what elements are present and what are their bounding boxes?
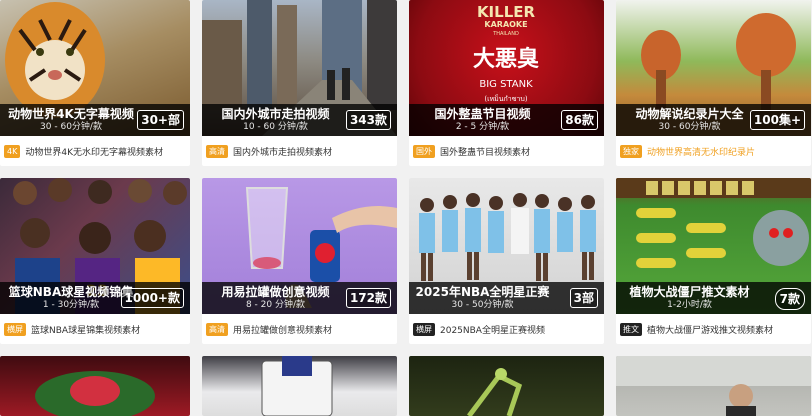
card-duration: 8 - 20 分钟/款 [245,300,306,310]
thumbnail-red-flower [0,356,190,416]
card-title: 植物大战僵尸推文素材 [629,285,750,299]
card-count-badge: 1000+款 [120,288,184,308]
card-description: 国外整蛊节目视频素材 [440,147,531,158]
thumbnail-mantis [409,356,604,416]
card-description: 植物大战僵尸游戏推文视频素材 [647,325,774,336]
card-duration: 30 - 60分钟/款 [658,122,721,132]
card-meta: 横屏 2025NBA全明星正赛视频 [409,314,604,344]
video-card-can-craft[interactable]: 用易拉罐做创意视频 8 - 20 分钟/款 172款 高清 用易拉罐做创意视频素… [202,178,397,344]
video-card-nba-allstar[interactable]: 2025年NBA全明星正赛 30 - 50分钟/款 3部 横屏 2025NBA全… [409,178,604,344]
card-count-badge: 86款 [561,110,598,130]
thumbnail-killer-karaoke: KILLER KARAOKE THAILAND 大悪臭 BIG STANK (เ… [409,0,604,136]
thumbnail-caption: 国外整蛊节目视频 2 - 5 分钟/款 86款 [409,104,604,136]
thumbnail-allstar-team: 2025年NBA全明星正赛 30 - 50分钟/款 3部 [409,178,604,314]
card-tag: 独家 [620,144,642,158]
thumbnail-pvz: 植物大战僵尸推文素材 1-2小时/款 7款 [616,178,811,314]
card-duration: 2 - 5 分钟/款 [455,122,510,132]
card-meta: 横屏 篮球NBA球星锦集视频素材 [0,314,190,344]
card-description: 2025NBA全明星正赛视频 [440,325,545,336]
thumbnail-can-craft: 用易拉罐做创意视频 8 - 20 分钟/款 172款 [202,178,397,314]
card-title: 动物解说纪录片大全 [635,107,744,121]
card-count-badge: 3部 [569,288,598,308]
card-tag: 横屏 [413,322,435,336]
card-duration: 10 - 60 分钟/款 [243,122,308,132]
card-duration: 1-2小时/款 [667,300,712,310]
thumbnail-outdoor [616,356,811,416]
thumbnail-lizard: 动物解说纪录片大全 30 - 60分钟/款 100集+ [616,0,811,136]
video-card-animal-documentary[interactable]: 动物解说纪录片大全 30 - 60分钟/款 100集+ 独家 动物世界高清无水印… [616,0,811,166]
thumbnail-caption: 篮球NBA球星视频锦集 1 - 30分钟/款 1000+款 [0,282,190,314]
video-grid-row-3 [0,356,812,416]
card-count-badge: 100集+ [749,110,805,130]
card-tag: 推文 [620,322,642,336]
thumbnail-caption: 2025年NBA全明星正赛 30 - 50分钟/款 3部 [409,282,604,314]
card-title: 动物世界4K无字幕视频 [8,107,134,121]
card-meta: 4K 动物世界4K无水印无字幕视频素材 [0,136,190,166]
video-grid: 动物世界4K无字幕视频 30 - 60分钟/款 30+部 4K 动物世界4K无水… [0,0,812,344]
card-count-badge: 343款 [345,110,391,130]
card-tag: 高清 [206,322,228,336]
video-card-animal-world-4k[interactable]: 动物世界4K无字幕视频 30 - 60分钟/款 30+部 4K 动物世界4K无水… [0,0,190,166]
card-duration: 30 - 50分钟/款 [451,300,514,310]
card-description: 国内外城市走拍视频素材 [233,147,333,158]
card-count-badge: 30+部 [137,110,184,130]
svg-text:BIG STANK: BIG STANK [479,79,533,90]
thumbnail-caption: 国内外城市走拍视频 10 - 60 分钟/款 343款 [202,104,397,136]
video-card-city-walk[interactable]: 国内外城市走拍视频 10 - 60 分钟/款 343款 高清 国内外城市走拍视频… [202,0,397,166]
card-title: 用易拉罐做创意视频 [221,285,330,299]
svg-text:(เหม็นกำซาบ): (เหม็นกำซาบ) [484,94,527,103]
card-tag: 4K [4,144,21,158]
card-description: 动物世界高清无水印纪录片 [647,147,756,158]
thumbnail-tiger: 动物世界4K无字幕视频 30 - 60分钟/款 30+部 [0,0,190,136]
video-card-plants-vs-zombies[interactable]: 植物大战僵尸推文素材 1-2小时/款 7款 推文 植物大战僵尸游戏推文视频素材 [616,178,811,344]
video-card-prank-show[interactable]: KILLER KARAOKE THAILAND 大悪臭 BIG STANK (เ… [409,0,604,166]
thumbnail-city: 国内外城市走拍视频 10 - 60 分钟/款 343款 [202,0,397,136]
video-card-nba-stars[interactable]: 23 篮球NBA球星视频锦集 1 - 30分钟/款 1000+款 横屏 篮球NB… [0,178,190,344]
card-description: 动物世界4K无水印无字幕视频素材 [25,147,163,158]
card-title: 国内外城市走拍视频 [221,107,330,121]
card-tag: 国外 [413,144,435,158]
card-meta: 独家 动物世界高清无水印纪录片 [616,136,811,166]
svg-text:THAILAND: THAILAND [492,31,519,37]
card-tag: 高清 [206,144,228,158]
card-count-badge: 172款 [345,288,391,308]
card-description: 篮球NBA球星锦集视频素材 [31,325,141,336]
video-card-partial-1[interactable] [0,356,190,416]
card-meta: 推文 植物大战僵尸游戏推文视频素材 [616,314,811,344]
video-card-partial-2[interactable] [202,356,397,416]
card-duration: 30 - 60分钟/款 [40,122,102,132]
poster-title: KILLER [477,3,536,21]
thumbnail-caption: 用易拉罐做创意视频 8 - 20 分钟/款 172款 [202,282,397,314]
card-meta: 国外 国外整蛊节目视频素材 [409,136,604,166]
card-title: 国外整蛊节目视频 [434,107,531,121]
thumbnail-caption: 动物解说纪录片大全 30 - 60分钟/款 100集+ [616,104,811,136]
card-count-badge: 7款 [774,288,805,310]
thumbnail-caption: 动物世界4K无字幕视频 30 - 60分钟/款 30+部 [0,104,190,136]
card-meta: 高清 用易拉罐做创意视频素材 [202,314,397,344]
card-tag: 横屏 [4,322,26,336]
thumbnail-caption: 植物大战僵尸推文素材 1-2小时/款 7款 [616,282,811,314]
card-title: 2025年NBA全明星正赛 [415,285,550,299]
svg-text:KARAOKE: KARAOKE [484,20,527,29]
card-description: 用易拉罐做创意视频素材 [233,325,333,336]
svg-text:大悪臭: 大悪臭 [473,46,539,72]
card-meta: 高清 国内外城市走拍视频素材 [202,136,397,166]
thumbnail-nba-stars: 23 篮球NBA球星视频锦集 1 - 30分钟/款 1000+款 [0,178,190,314]
video-card-partial-3[interactable] [409,356,604,416]
thumbnail-device [202,356,397,416]
video-card-partial-4[interactable] [616,356,811,416]
